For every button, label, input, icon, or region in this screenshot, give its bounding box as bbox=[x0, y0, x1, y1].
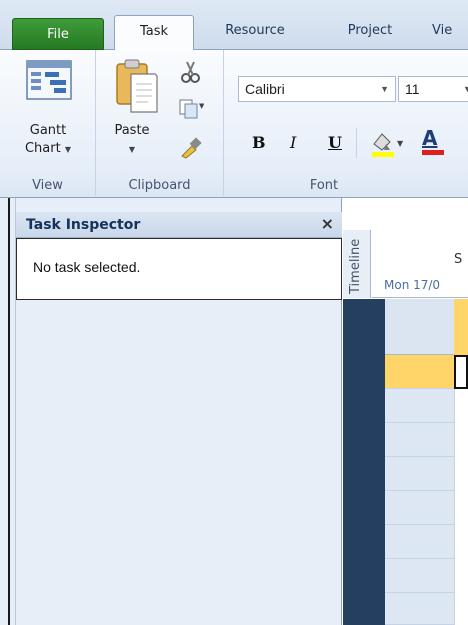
grid-cell[interactable] bbox=[454, 559, 468, 593]
ribbon: Gantt Chart ▼ View Paste ▼ ▼ Clipboard C… bbox=[0, 50, 468, 198]
bold-button[interactable]: B bbox=[252, 132, 266, 154]
grid-cell[interactable] bbox=[454, 491, 468, 525]
timeline-partial-text: S bbox=[454, 252, 463, 267]
table-row[interactable] bbox=[385, 457, 468, 491]
timeline-strip[interactable]: Timeline bbox=[343, 230, 371, 298]
paste-label: Paste bbox=[114, 123, 150, 138]
underline-button[interactable]: U bbox=[328, 132, 342, 154]
italic-button[interactable]: I bbox=[290, 132, 296, 154]
grid-cell[interactable] bbox=[454, 389, 468, 423]
svg-text:▼: ▼ bbox=[397, 139, 404, 148]
ribbon-group-view: Gantt Chart ▼ View bbox=[0, 50, 96, 196]
task-inspector-header: Task Inspector × bbox=[16, 212, 342, 238]
cut-icon[interactable] bbox=[178, 60, 204, 84]
chevron-down-icon: ▼ bbox=[380, 84, 389, 94]
table-row[interactable] bbox=[385, 491, 468, 525]
tab-view[interactable]: Vie bbox=[430, 15, 468, 50]
gantt-chart-label-1: Gantt bbox=[29, 123, 67, 138]
paste-icon bbox=[116, 59, 158, 113]
grid-cell[interactable] bbox=[454, 423, 468, 457]
gantt-grid bbox=[343, 299, 468, 625]
ribbon-tab-bar: File Task Resource Project Vie bbox=[0, 0, 468, 51]
format-painter-icon[interactable] bbox=[178, 136, 204, 160]
font-name-value: Calibri bbox=[245, 81, 285, 97]
group-label-clipboard: Clipboard bbox=[128, 178, 191, 193]
tab-task[interactable]: Task bbox=[114, 15, 194, 51]
ribbon-group-clipboard: Paste ▼ ▼ Clipboard bbox=[96, 50, 224, 196]
task-inspector-message-box: No task selected. bbox=[16, 238, 342, 300]
ribbon-group-font: Calibri ▼ 11 ▼ B I U ▼ A Font bbox=[224, 50, 468, 196]
gantt-chart-icon bbox=[26, 60, 72, 100]
font-color-bar bbox=[422, 150, 444, 155]
font-color-letter: A bbox=[422, 126, 438, 150]
active-cell[interactable] bbox=[454, 355, 468, 389]
highlight-color-button[interactable]: ▼ bbox=[370, 130, 406, 158]
grid-row-header-column bbox=[343, 299, 385, 625]
timeline-label: Timeline bbox=[348, 238, 363, 294]
font-name-dropdown[interactable]: Calibri ▼ bbox=[238, 76, 396, 102]
table-row[interactable] bbox=[385, 423, 468, 457]
table-row[interactable] bbox=[385, 389, 468, 423]
task-inspector-pane: Task Inspector × No task selected. bbox=[0, 198, 342, 625]
table-row[interactable] bbox=[385, 593, 468, 625]
selected-column-header[interactable] bbox=[454, 299, 468, 355]
table-row[interactable] bbox=[385, 525, 468, 559]
table-row[interactable] bbox=[385, 355, 468, 389]
pane-left-border bbox=[8, 198, 10, 625]
grid-column-header bbox=[385, 299, 468, 355]
gantt-view-area: Timeline S Mon 17/0 bbox=[343, 198, 468, 625]
font-size-value: 11 bbox=[405, 81, 420, 97]
chevron-down-icon: ▼ bbox=[128, 145, 136, 154]
timeline-date: Mon 17/0 bbox=[384, 278, 441, 292]
font-size-dropdown[interactable]: 11 ▼ bbox=[398, 76, 468, 102]
separator bbox=[356, 128, 357, 158]
group-label-view: View bbox=[32, 178, 63, 193]
tab-file[interactable]: File bbox=[12, 18, 104, 50]
pane-left-edge bbox=[0, 198, 16, 625]
chevron-down-icon: ▼ bbox=[64, 145, 72, 154]
grid-cell[interactable] bbox=[454, 457, 468, 491]
gantt-chart-label-2: Chart bbox=[24, 141, 61, 156]
group-label-font: Font bbox=[309, 178, 339, 193]
table-row[interactable] bbox=[385, 559, 468, 593]
timeline-body[interactable]: S Mon 17/0 bbox=[372, 230, 468, 298]
task-inspector-title: Task Inspector bbox=[26, 217, 141, 233]
close-icon[interactable]: × bbox=[321, 212, 334, 236]
copy-icon[interactable]: ▼ bbox=[178, 96, 204, 120]
tab-resource[interactable]: Resource bbox=[205, 15, 305, 50]
chevron-down-icon: ▼ bbox=[463, 84, 468, 94]
grid-cell[interactable] bbox=[454, 593, 468, 625]
grid-cell[interactable] bbox=[454, 525, 468, 559]
svg-text:▼: ▼ bbox=[199, 102, 204, 110]
tab-project[interactable]: Project bbox=[320, 15, 420, 50]
font-color-button[interactable]: A bbox=[422, 126, 462, 158]
task-inspector-message: No task selected. bbox=[33, 259, 141, 275]
